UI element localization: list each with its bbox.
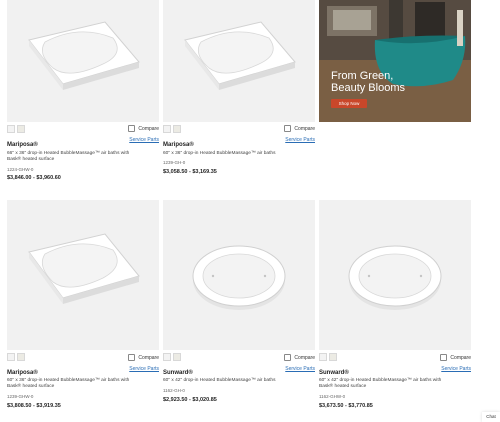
- product-name[interactable]: Sunward®: [163, 370, 193, 376]
- swatch-white[interactable]: [7, 353, 15, 361]
- compare-checkbox[interactable]: [284, 125, 292, 132]
- compare-label: Compare: [294, 125, 315, 132]
- swatch-almond[interactable]: [173, 125, 181, 133]
- compare-label: Compare: [138, 354, 159, 361]
- product-sku: 1239-GHW-0: [7, 394, 34, 399]
- compare-checkbox[interactable]: [440, 354, 448, 361]
- swatch-white[interactable]: [163, 125, 171, 133]
- swatch-almond[interactable]: [17, 125, 25, 133]
- product-image[interactable]: [7, 0, 159, 122]
- chat-button[interactable]: Chat: [482, 412, 500, 422]
- swatch-white[interactable]: [319, 353, 327, 361]
- swatch-almond[interactable]: [17, 353, 25, 361]
- compare-toggle[interactable]: Compare: [128, 125, 159, 132]
- compare-label: Compare: [138, 125, 159, 132]
- product-sku: 1162-GH-0: [163, 388, 185, 393]
- finish-swatches: [7, 125, 25, 133]
- product-description[interactable]: 66" x 36" drop-in Heated BubbleMassage™ …: [7, 151, 132, 163]
- compare-toggle[interactable]: Compare: [284, 125, 315, 132]
- product-sku: 1224-GHW-0: [7, 167, 34, 172]
- product-price: $2,923.50 - $3,020.85: [163, 397, 217, 403]
- tub-illustration: [192, 245, 286, 310]
- product-price: $3,808.50 - $3,919.35: [7, 403, 61, 409]
- product-name[interactable]: Mariposa®: [163, 142, 194, 148]
- product-sku: 1239-GH-0: [163, 160, 186, 165]
- promo-banner[interactable]: From Green, Beauty Blooms Shop Now: [319, 0, 471, 122]
- service-parts-link[interactable]: Service Parts: [285, 137, 315, 143]
- service-parts-link[interactable]: Service Parts: [441, 366, 471, 372]
- product-description[interactable]: 60" x 42" drop-in Heated BubbleMassage™ …: [319, 378, 444, 390]
- finish-swatches: [163, 125, 181, 133]
- compare-label: Compare: [450, 354, 471, 361]
- shop-now-button[interactable]: Shop Now: [331, 99, 367, 108]
- product-price: $3,846.00 - $3,960.60: [7, 175, 61, 181]
- promo-headline-line2: Beauty Blooms: [331, 82, 405, 94]
- product-name[interactable]: Mariposa®: [7, 142, 38, 148]
- product-name[interactable]: Sunward®: [319, 370, 349, 376]
- product-name[interactable]: Mariposa®: [7, 370, 38, 376]
- product-image[interactable]: [163, 200, 315, 350]
- swatch-white[interactable]: [163, 353, 171, 361]
- product-sku: 1162-GHW-0: [319, 394, 346, 399]
- product-description[interactable]: 60" x 36" drop-in Heated BubbleMassage™ …: [163, 151, 288, 157]
- finish-swatches: [163, 353, 181, 361]
- finish-swatches: [319, 353, 337, 361]
- service-parts-link[interactable]: Service Parts: [285, 366, 315, 372]
- product-price: $3,673.50 - $3,770.85: [319, 403, 373, 409]
- compare-checkbox[interactable]: [284, 354, 292, 361]
- promo-headline-line1: From Green,: [331, 70, 394, 82]
- product-image[interactable]: [163, 0, 315, 122]
- product-description[interactable]: 60" x 36" drop-in Heated BubbleMassage™ …: [7, 378, 132, 390]
- service-parts-link[interactable]: Service Parts: [129, 366, 159, 372]
- product-description[interactable]: 60" x 42" drop-in Heated BubbleMassage™ …: [163, 378, 288, 384]
- compare-checkbox[interactable]: [128, 125, 136, 132]
- compare-toggle[interactable]: Compare: [128, 354, 159, 361]
- tub-illustration: [28, 21, 140, 90]
- finish-swatches: [7, 353, 25, 361]
- product-price: $3,058.50 - $3,169.35: [163, 169, 217, 175]
- compare-checkbox[interactable]: [128, 354, 136, 361]
- swatch-almond[interactable]: [173, 353, 181, 361]
- compare-toggle[interactable]: Compare: [284, 354, 315, 361]
- product-image[interactable]: [7, 200, 159, 350]
- service-parts-link[interactable]: Service Parts: [129, 137, 159, 143]
- swatch-white[interactable]: [7, 125, 15, 133]
- tub-illustration: [28, 233, 140, 304]
- swatch-almond[interactable]: [329, 353, 337, 361]
- tub-illustration: [348, 245, 442, 310]
- compare-toggle[interactable]: Compare: [440, 354, 471, 361]
- product-image[interactable]: [319, 200, 471, 350]
- tub-illustration: [184, 21, 296, 90]
- promo-headline: From Green, Beauty Blooms: [331, 70, 405, 94]
- compare-label: Compare: [294, 354, 315, 361]
